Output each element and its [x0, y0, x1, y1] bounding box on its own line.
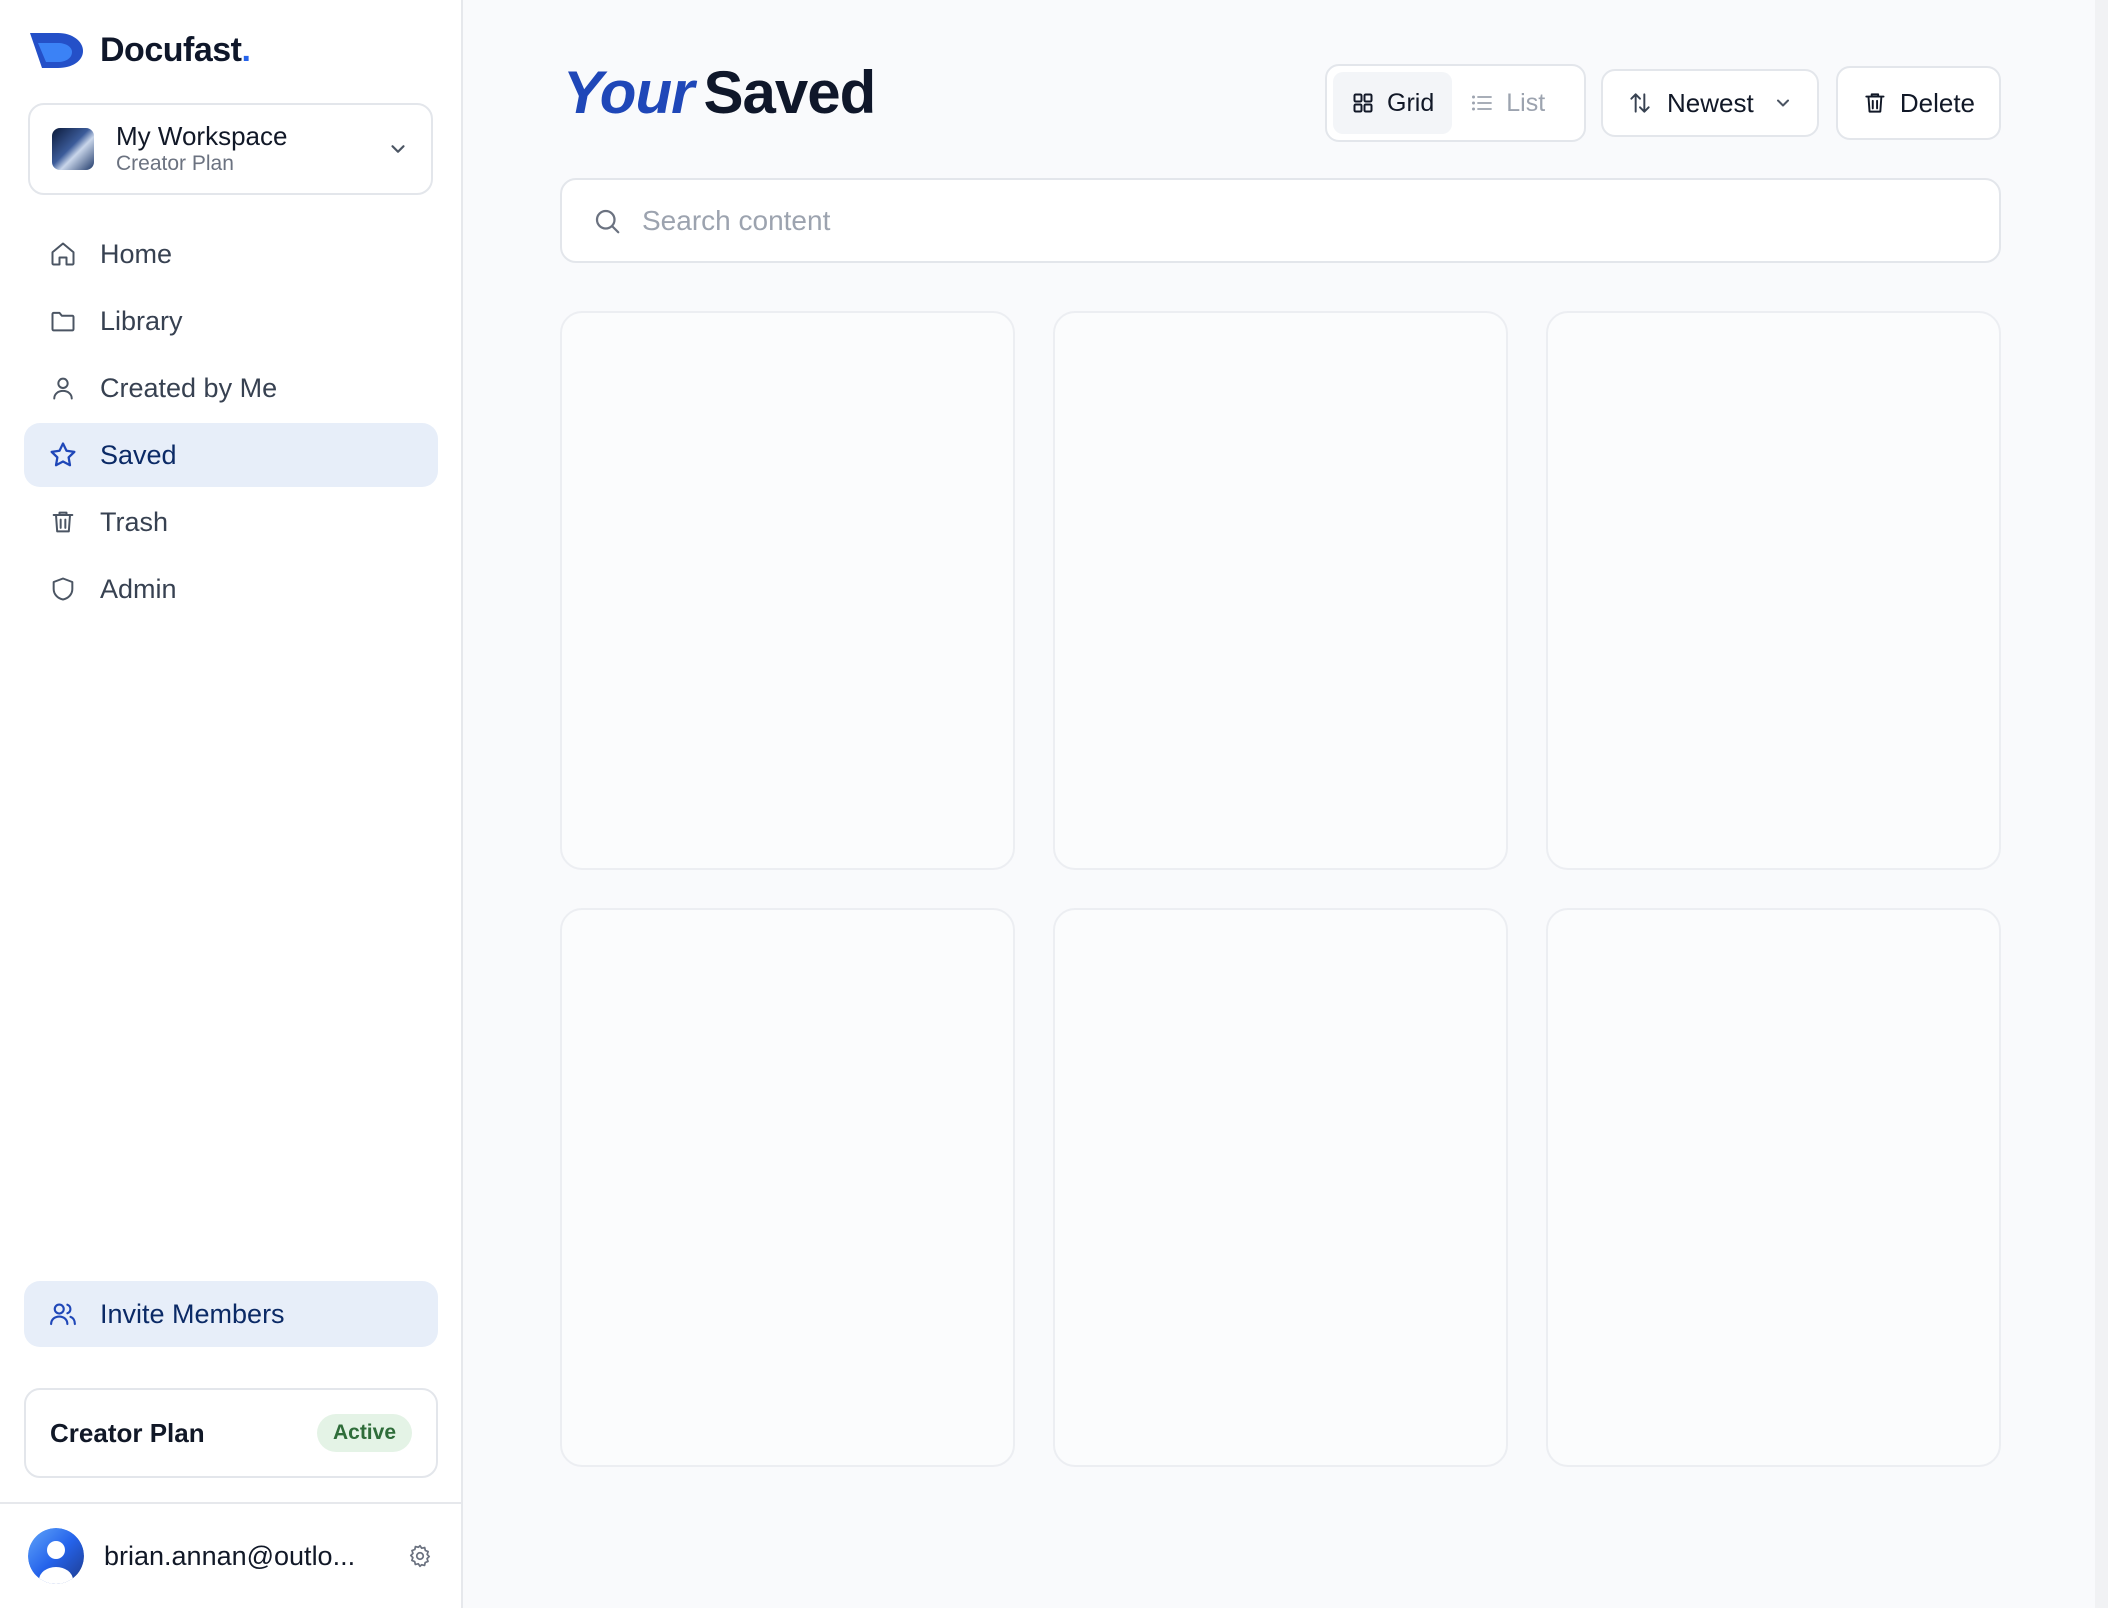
- view-toggle: Grid List: [1325, 64, 1586, 142]
- content-card-placeholder[interactable]: [560, 311, 1015, 870]
- brand-name: Docufast: [100, 30, 242, 69]
- status-badge: Active: [316, 1414, 412, 1452]
- main-content: Your Saved Grid List Newest Delete: [463, 0, 2108, 1608]
- list-view-label: List: [1506, 88, 1546, 117]
- list-view-button[interactable]: List: [1452, 72, 1563, 134]
- sidebar-item-saved[interactable]: Saved: [24, 423, 438, 487]
- sidebar-item-admin[interactable]: Admin: [24, 557, 438, 621]
- sidebar-nav: Home Library Created by Me Saved Trash A…: [24, 222, 438, 624]
- list-icon: [1472, 95, 1493, 111]
- gear-icon[interactable]: [407, 1543, 433, 1569]
- user-email: brian.annan@outlo...: [104, 1540, 356, 1571]
- sidebar-item-label: Home: [100, 238, 173, 269]
- sort-dropdown[interactable]: Newest: [1601, 69, 1819, 137]
- brand-dot: .: [241, 30, 251, 69]
- grid-icon: [1353, 93, 1373, 113]
- sidebar-item-label: Library: [100, 305, 183, 336]
- content-card-placeholder[interactable]: [560, 908, 1015, 1467]
- chevron-down-icon: [1777, 99, 1789, 107]
- sidebar-item-trash[interactable]: Trash: [24, 490, 438, 554]
- chevron-down-icon: [391, 145, 405, 153]
- sort-icon: [1630, 93, 1650, 113]
- sidebar: Docufast. My Workspace Creator Plan Home: [0, 0, 463, 1608]
- workspace-thumbnail: [52, 128, 94, 170]
- app-root: Docufast. My Workspace Creator Plan Home: [0, 0, 2108, 1608]
- user-icon: [48, 373, 78, 403]
- invite-members-button[interactable]: Invite Members: [24, 1281, 438, 1347]
- sidebar-item-created-by-me[interactable]: Created by Me: [24, 356, 438, 420]
- search-icon: [595, 209, 620, 233]
- sidebar-item-library[interactable]: Library: [24, 289, 438, 353]
- workspace-switcher[interactable]: My Workspace Creator Plan: [28, 103, 433, 195]
- sort-label: Newest: [1667, 87, 1754, 118]
- delete-label: Delete: [1899, 87, 1975, 118]
- user-account[interactable]: brian.annan@outlo...: [0, 1502, 461, 1608]
- sidebar-item-label: Trash: [100, 506, 169, 537]
- brand[interactable]: Docufast.: [28, 28, 251, 72]
- trash-icon: [1865, 93, 1885, 113]
- sidebar-item-label: Created by Me: [100, 372, 278, 403]
- content-card-placeholder[interactable]: [1546, 311, 2001, 870]
- workspace-plan: Creator Plan: [116, 152, 234, 175]
- invite-members-label: Invite Members: [100, 1298, 285, 1329]
- delete-button[interactable]: Delete: [1836, 66, 2001, 140]
- page-scrollbar[interactable]: [2095, 0, 2108, 1608]
- home-icon: [48, 239, 78, 269]
- plan-name: Creator Plan: [50, 1417, 205, 1448]
- sidebar-item-label: Saved: [100, 439, 177, 470]
- grid-view-button[interactable]: Grid: [1333, 72, 1453, 134]
- page-title-text: Saved: [703, 59, 876, 126]
- docufast-logo-icon: [30, 33, 83, 68]
- avatar: [28, 1528, 84, 1584]
- users-icon: [50, 1303, 76, 1326]
- trash-icon: [48, 507, 78, 537]
- star-icon: [48, 440, 78, 470]
- search-bar: [560, 178, 2001, 263]
- workspace-name: My Workspace: [116, 121, 288, 151]
- plan-card[interactable]: Creator Plan Active: [24, 1388, 438, 1478]
- content-card-placeholder[interactable]: [1546, 908, 2001, 1467]
- grid-view-label: Grid: [1387, 88, 1435, 117]
- search-input[interactable]: [642, 204, 1969, 237]
- sidebar-item-label: Admin: [100, 573, 177, 604]
- shield-icon: [48, 574, 78, 604]
- page-title: Your Saved: [563, 58, 876, 127]
- content-card-placeholder[interactable]: [1053, 311, 1508, 870]
- sidebar-item-home[interactable]: Home: [24, 222, 438, 286]
- folder-icon: [48, 306, 78, 336]
- content-card-placeholder[interactable]: [1053, 908, 1508, 1467]
- page-title-emphasis: Your: [563, 59, 694, 126]
- saved-grid: [560, 311, 2001, 1467]
